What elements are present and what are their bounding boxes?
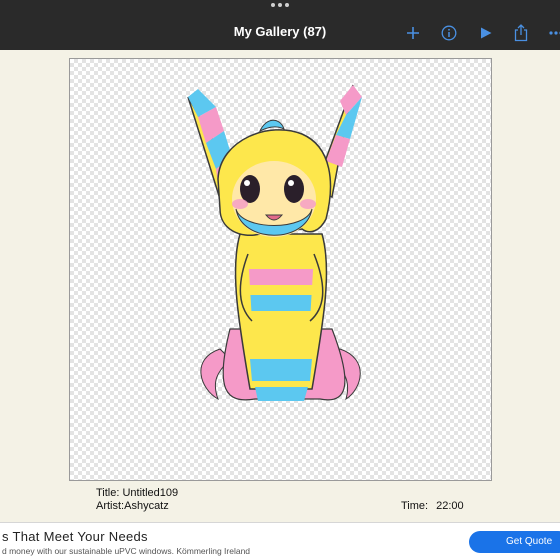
info-icon[interactable] [438, 22, 460, 44]
add-icon[interactable] [402, 22, 424, 44]
time-value: 22:00 [436, 500, 464, 512]
time-label: Time: [401, 500, 429, 512]
ad-headline[interactable]: s That Meet Your Needs [2, 529, 148, 544]
multitasking-dots[interactable] [270, 3, 290, 9]
ad-banner[interactable]: s That Meet Your Needs d money with our … [0, 522, 560, 560]
ad-subtext[interactable]: d money with our sustainable uPVC window… [2, 546, 250, 556]
more-icon[interactable] [545, 22, 560, 44]
artwork-canvas[interactable] [69, 58, 492, 481]
play-icon[interactable] [475, 22, 497, 44]
get-quote-button[interactable]: Get Quote › [469, 531, 560, 553]
top-bar: My Gallery (87) [0, 0, 560, 50]
artwork-time: Time: 22:00 [401, 500, 464, 512]
artwork-artist: Artist:Ashycatz [96, 500, 169, 512]
character-illustration [187, 84, 362, 401]
artwork-title: Title: Untitled109 [96, 487, 179, 499]
get-quote-label: Get Quote [506, 536, 553, 547]
share-icon[interactable] [510, 22, 532, 44]
